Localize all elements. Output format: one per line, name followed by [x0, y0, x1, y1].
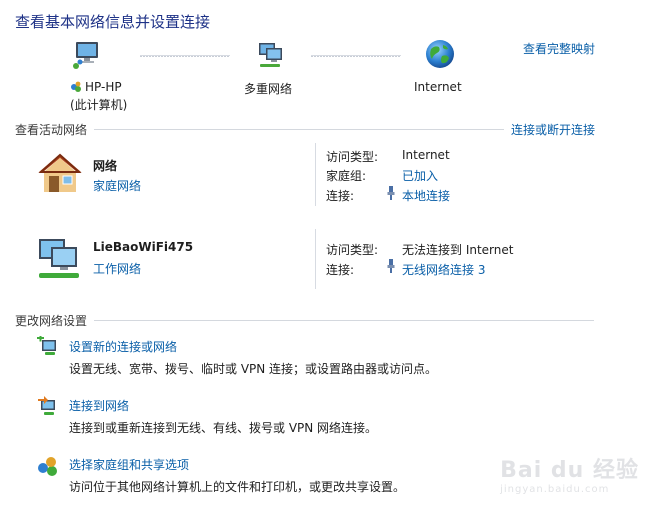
new-connection-icon: [36, 334, 60, 358]
internet-globe-icon: [424, 38, 456, 70]
view-full-map-link[interactable]: 查看完整映射: [523, 40, 595, 57]
connect-disconnect-link[interactable]: 连接或断开连接: [511, 121, 595, 138]
homegroup-sharing-icon: [36, 455, 60, 477]
watermark-url: jingyan.baidu.com: [500, 484, 610, 495]
network-1-homegroup-link[interactable]: 已加入: [402, 167, 438, 184]
network-2-connection-link[interactable]: 无线网络连接 3: [402, 261, 485, 278]
network-2-access-value: 无法连接到 Internet: [402, 243, 514, 257]
change-settings-rule: [94, 320, 594, 321]
network-2-access-label: 访问类型:: [326, 243, 379, 257]
network-1-connection-label: 连接:: [326, 189, 355, 203]
network-2-separator: [315, 229, 316, 289]
internet-label: Internet: [414, 80, 462, 94]
computer-icon: [72, 40, 106, 70]
ethernet-icon: [386, 186, 396, 200]
homegroup-sharing-link[interactable]: 选择家庭组和共享选项: [69, 456, 189, 473]
network-2-type-link[interactable]: 工作网络: [93, 260, 141, 277]
change-settings-heading: 更改网络设置: [15, 314, 88, 328]
computer-name-icon: [70, 81, 82, 93]
network-1-type-link[interactable]: 家庭网络: [93, 177, 141, 194]
setup-new-connection-desc: 设置无线、宽带、拨号、临时或 VPN 连接；或设置路由器或访问点。: [69, 362, 438, 376]
network-1-homegroup-label: 家庭组:: [326, 169, 367, 183]
active-networks-rule: [94, 129, 504, 130]
work-network-icon: [33, 235, 85, 281]
network-2-name: LieBaoWiFi475: [93, 240, 194, 254]
connect-to-network-link[interactable]: 连接到网络: [69, 397, 129, 414]
homegroup-sharing-desc: 访问位于其他网络计算机上的文件和打印机，或更改共享设置。: [69, 480, 406, 494]
connect-network-icon: [36, 395, 60, 417]
multiple-networks-icon: [254, 40, 288, 70]
network-1-access-value: Internet: [402, 148, 450, 162]
baidu-watermark: Bai du 经验 jingyan.baidu.com: [500, 452, 639, 495]
network-sharing-center: 查看基本网络信息并设置连接 查看完整映射 HP-HP (此计算机) 多重网络 I…: [0, 0, 661, 513]
connect-to-network-desc: 连接到或重新连接到无线、有线、拨号或 VPN 网络连接。: [69, 421, 378, 435]
watermark-brand: Bai du 经验: [500, 458, 639, 483]
connector-line-1: [140, 55, 230, 57]
active-networks-heading: 查看活动网络: [15, 123, 88, 137]
network-1-access-label: 访问类型:: [326, 150, 379, 164]
network-1-connection-link[interactable]: 本地连接: [402, 187, 450, 204]
computer-subtitle: (此计算机): [70, 98, 128, 112]
connector-line-2: [311, 55, 401, 57]
multiple-networks-label: 多重网络: [244, 82, 293, 96]
setup-new-connection-link[interactable]: 设置新的连接或网络: [69, 338, 177, 355]
network-2-connection-label: 连接:: [326, 263, 355, 277]
page-title: 查看基本网络信息并设置连接: [15, 13, 211, 31]
network-1-name: 网络: [93, 159, 118, 173]
home-network-icon: [35, 150, 85, 196]
wireless-signal-icon: [386, 259, 396, 273]
computer-name: HP-HP: [70, 80, 122, 94]
network-1-separator: [315, 143, 316, 206]
